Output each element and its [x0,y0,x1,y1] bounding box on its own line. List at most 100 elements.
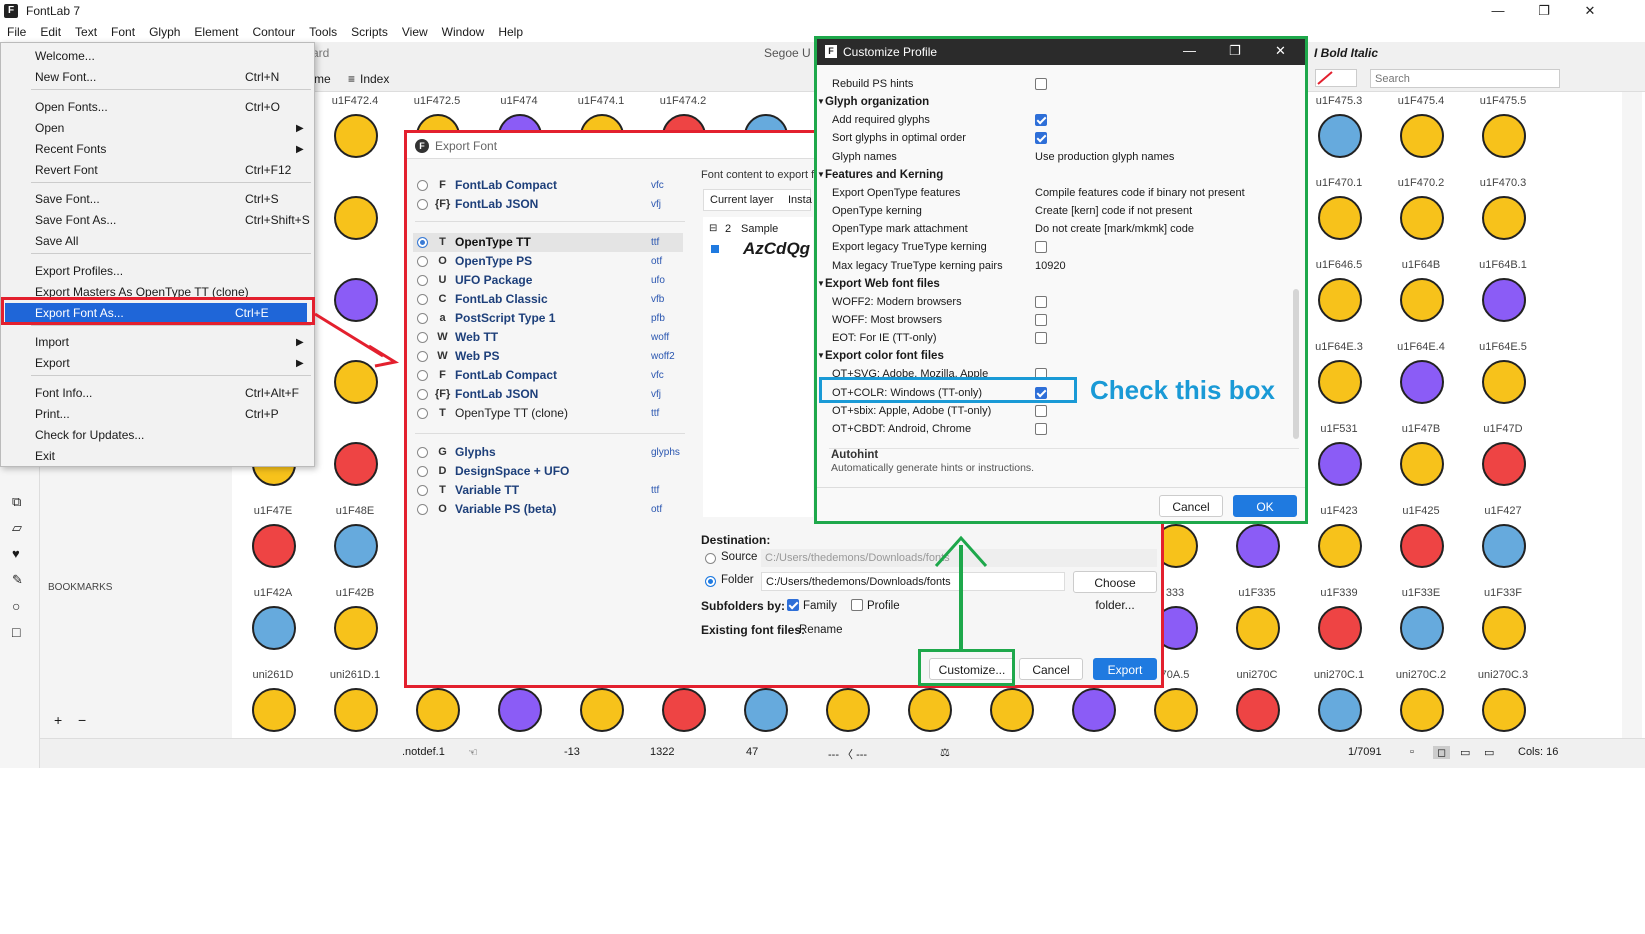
option-checkbox[interactable] [1035,422,1047,435]
format-radio[interactable] [417,389,428,400]
glyph-cell[interactable]: u1F64E.3 [1298,338,1380,420]
option-value[interactable]: Do not create [mark/mkmk] code [1035,220,1194,238]
format-radio[interactable] [417,294,428,305]
format-option[interactable]: D DesignSpace + UFO [413,462,683,481]
profile-checkbox[interactable] [851,599,863,611]
glyph-cell[interactable]: uni261D.1 [314,666,396,738]
expand-triangle-icon[interactable]: ▼ [817,166,825,184]
maximize-button[interactable]: ❐ [1229,43,1241,59]
glyph-cell[interactable]: u1F470.2 [1380,174,1462,256]
menu-item-revert-font[interactable]: Revert Font Ctrl+F12 [1,160,314,181]
format-option[interactable]: O OpenType PS otf [413,252,683,271]
menu-item-print[interactable]: Print... Ctrl+P [1,404,314,425]
menu-text[interactable]: Text [68,25,104,39]
rectangle-tool-icon[interactable]: □ [12,624,20,640]
expand-triangle-icon[interactable]: ▼ [817,275,825,293]
width-field[interactable]: 1322 [650,746,674,758]
menu-item-check-for-updates[interactable]: Check for Updates... [1,425,314,446]
tab-index[interactable]: Index [360,72,389,86]
choose-folder-button[interactable]: Choose folder... [1073,571,1157,612]
minimize-button[interactable]: — [1183,43,1196,58]
glyph-cell[interactable]: uni270C.3 [1462,666,1544,738]
menu-file[interactable]: File [0,25,33,39]
glyph-cell[interactable]: u1F531 [1298,420,1380,502]
glyph-cell[interactable]: u1F475.3 [1298,92,1380,174]
tab-partial-me[interactable]: me [314,72,331,86]
format-radio[interactable] [417,485,428,496]
glyph-cell[interactable]: u1F475.4 [1380,92,1462,174]
glyph-cell[interactable]: u1F42A [232,584,314,666]
menu-item-new-font[interactable]: New Font... Ctrl+N [1,67,314,88]
menu-item-welcome[interactable]: Welcome... [1,46,314,67]
format-option[interactable]: {F} FontLab JSON vfj [413,195,683,214]
section-header[interactable]: ▼ Export color font files [817,347,1293,365]
format-option[interactable]: G Glyphs glyphs [413,443,683,462]
format-option[interactable]: T OpenType TT (clone) ttf [413,404,683,423]
option-checkbox[interactable] [1035,332,1047,345]
glyph-cell[interactable]: u1F33E [1380,584,1462,666]
menu-window[interactable]: Window [435,25,492,39]
search-input[interactable] [1370,69,1560,88]
tab-current-layer[interactable]: Current layer [710,194,774,206]
expand-triangle-icon[interactable]: ▼ [817,93,825,111]
option-value[interactable]: Compile features code if binary not pres… [1035,184,1245,202]
glyph-cell[interactable]: uni270C [1216,666,1298,738]
transform-tool-icon[interactable]: ⧉ [12,494,21,510]
option-value[interactable]: Use production glyph names [1035,148,1174,166]
format-option[interactable]: T OpenType TT ttf [413,233,683,252]
format-radio[interactable] [417,504,428,515]
glyph-cell[interactable]: u1F425 [1380,502,1462,584]
options-scrollbar[interactable] [1293,289,1299,439]
color-picker[interactable] [1315,69,1357,87]
menu-item-open[interactable]: Open ▶ [1,118,314,139]
format-option[interactable]: {F} FontLab JSON vfj [413,385,683,404]
format-option[interactable]: F FontLab Compact vfc [413,176,683,195]
menu-contour[interactable]: Contour [245,25,302,39]
menu-item-import[interactable]: Import ▶ [1,332,314,353]
glyph-cell[interactable]: u1F64E.5 [1462,338,1544,420]
export-button[interactable]: Export [1093,658,1157,680]
remove-bookmark-button[interactable]: − [78,712,86,728]
glyph-cell[interactable]: u1F64B [1380,256,1462,338]
format-option[interactable]: C FontLab Classic vfb [413,290,683,309]
option-checkbox[interactable] [1035,114,1047,127]
tab-instances[interactable]: Insta [788,194,812,206]
format-radio[interactable] [417,408,428,419]
option-checkbox[interactable] [1035,295,1047,308]
option-checkbox[interactable] [1035,132,1047,145]
format-option[interactable]: W Web TT woff [413,328,683,347]
minimize-button[interactable]: — [1475,0,1521,22]
menu-font[interactable]: Font [104,25,142,39]
menu-view[interactable]: View [395,25,435,39]
y-field[interactable]: 47 [746,746,758,758]
glyph-name-field[interactable]: .notdef.1 [402,746,445,758]
view-medium-icon[interactable]: ◻ [1433,746,1451,759]
glyph-cell[interactable]: u1F33F [1462,584,1544,666]
menu-item-export[interactable]: Export ▶ [1,353,314,374]
option-value[interactable]: Create [kern] code if not present [1035,202,1192,220]
folder-path-input[interactable]: C:/Users/thedemons/Downloads/fonts [761,572,1065,591]
glyph-cell[interactable]: u1F470.1 [1298,174,1380,256]
glyph-cell[interactable]: u1F470.3 [1462,174,1544,256]
format-radio[interactable] [417,370,428,381]
glyph-cell[interactable]: u1F646.5 [1298,256,1380,338]
glyph-cell[interactable]: u1F47B [1380,420,1462,502]
menu-edit[interactable]: Edit [33,25,68,39]
customize-cancel-button[interactable]: Cancel [1159,495,1223,517]
format-option[interactable]: T Variable TT ttf [413,481,683,500]
glyph-cell[interactable]: u1F47D [1462,420,1544,502]
format-radio[interactable] [417,332,428,343]
glyph-cell[interactable]: u1F427 [1462,502,1544,584]
format-option[interactable]: W Web PS woff2 [413,347,683,366]
format-radio[interactable] [417,466,428,477]
menu-item-save-font-as[interactable]: Save Font As... Ctrl+Shift+S [1,210,314,231]
glyph-cell[interactable]: uni270C.2 [1380,666,1462,738]
close-button[interactable]: ✕ [1275,43,1286,59]
format-radio[interactable] [417,351,428,362]
add-bookmark-button[interactable]: + [54,712,62,728]
format-radio[interactable] [417,447,428,458]
glyph-cell[interactable]: u1F42B [314,584,396,666]
glyph-cell[interactable]: u1F48E [314,502,396,584]
section-header[interactable]: ▼ Features and Kerning [817,166,1293,184]
ok-button[interactable]: OK [1233,495,1297,517]
